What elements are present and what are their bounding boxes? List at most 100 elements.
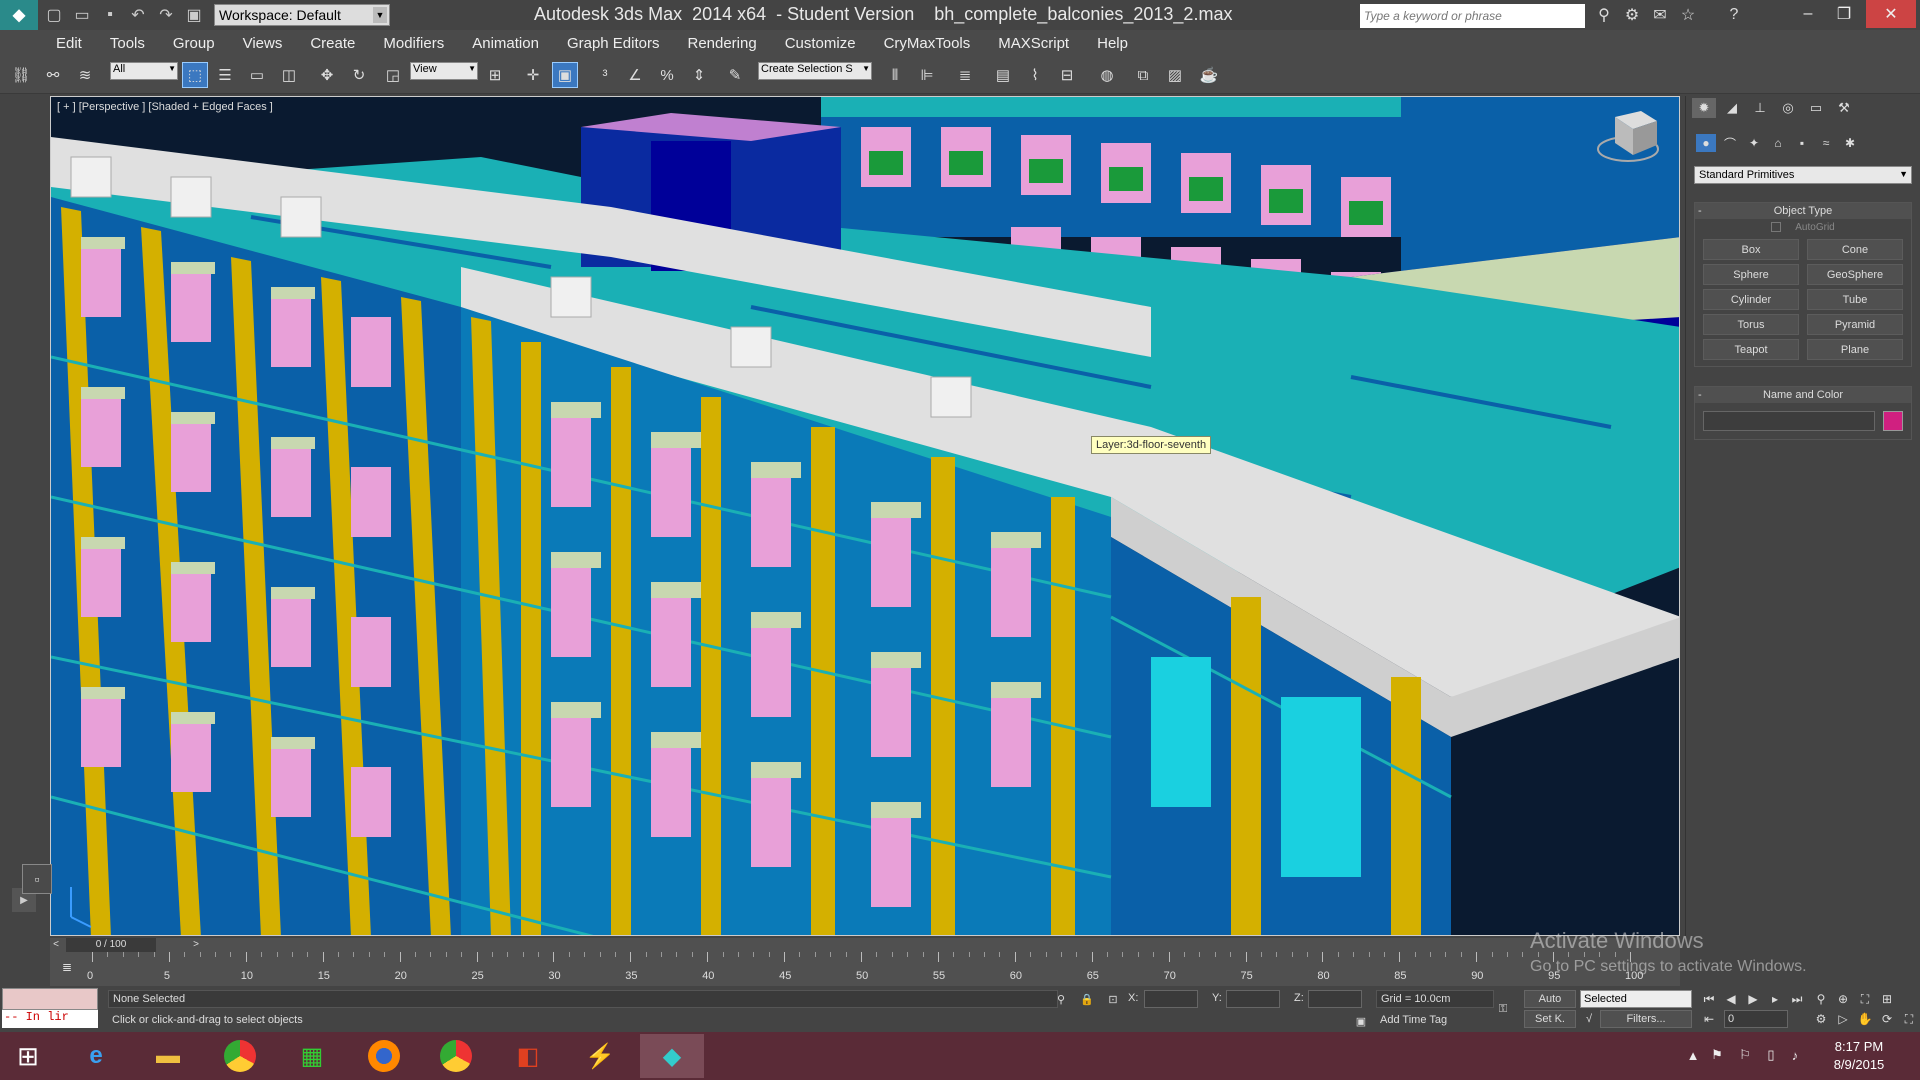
render-setup-icon[interactable]: ⧉ — [1130, 62, 1156, 88]
store-icon[interactable]: ▦ — [280, 1034, 344, 1078]
maxscript-input[interactable] — [2, 988, 98, 1010]
favorites-star-icon[interactable]: ☆ — [1676, 4, 1700, 26]
spinner-snap-icon[interactable]: ⇕ — [686, 62, 712, 88]
maxscript-output[interactable]: -- In lir — [2, 1010, 98, 1028]
previous-frame-icon[interactable]: ◀ — [1722, 990, 1740, 1008]
x-coordinate-input[interactable] — [1144, 990, 1198, 1008]
restore-button[interactable]: ❐ — [1826, 0, 1862, 28]
help-icon[interactable]: ? — [1722, 4, 1746, 26]
volume-icon[interactable]: ♪ — [1786, 1046, 1804, 1064]
snaps-toggle-icon[interactable]: ³ — [592, 62, 618, 88]
rectangular-selection-icon[interactable]: ▭ — [244, 62, 270, 88]
close-button[interactable]: ✕ — [1866, 0, 1916, 28]
menu-group[interactable]: Group — [173, 35, 215, 52]
time-slider[interactable]: < 0 / 100 > — [50, 938, 1680, 952]
manipulate-icon[interactable]: ✛ — [520, 62, 546, 88]
align-icon[interactable]: ⊫ — [914, 62, 940, 88]
prev-frame-arrow-icon[interactable]: < — [50, 938, 62, 952]
zoom-all-icon[interactable]: ⊕ — [1834, 990, 1852, 1008]
orbit-icon[interactable]: ⟳ — [1878, 1010, 1896, 1028]
menu-edit[interactable]: Edit — [56, 35, 82, 52]
shapes-icon[interactable]: ⌒ — [1720, 134, 1740, 152]
file-explorer-icon[interactable]: ▬ — [136, 1034, 200, 1078]
schematic-view-icon[interactable]: ⊟ — [1054, 62, 1080, 88]
lock-icon[interactable]: 🔒 — [1078, 990, 1096, 1008]
isolate-icon[interactable]: ⚲ — [1052, 990, 1070, 1008]
key-mode-toggle-icon[interactable]: ⇤ — [1700, 1010, 1718, 1028]
geometry-icon[interactable]: ● — [1696, 134, 1716, 152]
pivot-center-icon[interactable]: ⊞ — [482, 62, 508, 88]
create-tab-icon[interactable]: ✹ — [1692, 98, 1716, 118]
track-bar[interactable]: 0 5 10 15 20 25 30 35 40 45 50 55 60 65 70 75 80 85 90 95 10… — [50, 952, 1680, 986]
link-icon[interactable]: ⛓ — [8, 62, 34, 88]
menu-create[interactable]: Create — [310, 35, 355, 52]
rendered-frame-window-icon[interactable]: ▨ — [1162, 62, 1188, 88]
rotate-icon[interactable]: ↻ — [346, 62, 372, 88]
mirror-icon[interactable]: ⫴ — [882, 62, 908, 88]
tube-button[interactable]: Tube — [1807, 289, 1903, 310]
object-name-input[interactable] — [1703, 411, 1876, 431]
absolute-mode-icon[interactable]: ⊡ — [1104, 990, 1122, 1008]
3ds-max-taskbar-icon[interactable]: ◆ — [640, 1034, 704, 1078]
viewport-label[interactable]: [ + ] [Perspective ] [Shaded + Edged Fac… — [57, 101, 273, 113]
crytek-sandbox-icon[interactable]: ⚡ — [568, 1034, 632, 1078]
minimize-button[interactable]: – — [1790, 0, 1826, 28]
select-object-icon[interactable]: ⬚ — [182, 62, 208, 88]
systems-icon[interactable]: ✱ — [1840, 134, 1860, 152]
graphite-ribbon-icon[interactable]: ▤ — [990, 62, 1016, 88]
mini-listener-icon[interactable]: ▫ — [22, 864, 52, 894]
teapot-button[interactable]: Teapot — [1703, 339, 1799, 360]
time-config-icon[interactable]: ⚙ — [1812, 1010, 1830, 1028]
cylinder-button[interactable]: Cylinder — [1703, 289, 1799, 310]
zoom-icon[interactable]: ⚲ — [1812, 990, 1830, 1008]
zoom-extents-all-icon[interactable]: ⊞ — [1878, 990, 1896, 1008]
cone-button[interactable]: Cone — [1807, 239, 1903, 260]
maxscript-listener[interactable]: -- In lir — [2, 988, 98, 1028]
menu-help[interactable]: Help — [1097, 35, 1128, 52]
selection-filter-dropdown[interactable]: All ▼ — [110, 62, 178, 80]
curve-editor-icon[interactable]: ⌇ — [1022, 62, 1048, 88]
action-center-icon[interactable]: ⚑ — [1708, 1046, 1726, 1064]
object-color-swatch[interactable] — [1883, 411, 1903, 431]
z-coordinate-input[interactable] — [1308, 990, 1362, 1008]
curve-editor-toggle-icon[interactable]: ≣ — [62, 960, 82, 976]
time-slider-thumb[interactable]: 0 / 100 — [66, 938, 156, 952]
binoculars-icon[interactable]: ⚲ — [1592, 4, 1616, 26]
display-tab-icon[interactable]: ▭ — [1804, 98, 1828, 118]
current-frame-input[interactable]: 0 — [1724, 1010, 1788, 1028]
box-button[interactable]: Box — [1703, 239, 1799, 260]
sphere-button[interactable]: Sphere — [1703, 264, 1799, 285]
firefox-icon[interactable] — [352, 1034, 416, 1078]
next-frame-icon[interactable]: ▸ — [1766, 990, 1784, 1008]
motion-tab-icon[interactable]: ◎ — [1776, 98, 1800, 118]
menu-rendering[interactable]: Rendering — [687, 35, 756, 52]
menu-maxscript[interactable]: MAXScript — [998, 35, 1069, 52]
lights-icon[interactable]: ✦ — [1744, 134, 1764, 152]
y-coordinate-input[interactable] — [1226, 990, 1280, 1008]
project-folder-icon[interactable]: ▣ — [182, 4, 206, 26]
cameras-icon[interactable]: ⌂ — [1768, 134, 1788, 152]
set-key-icon[interactable]: ⚿ — [1490, 1000, 1516, 1018]
taskbar-clock[interactable]: 8:17 PM 8/9/2015 — [1824, 1038, 1894, 1074]
menu-customize[interactable]: Customize — [785, 35, 856, 52]
filters-button[interactable]: Filters... — [1600, 1010, 1692, 1028]
communication-icon[interactable]: ✉ — [1648, 4, 1672, 26]
chrome-icon[interactable] — [208, 1034, 272, 1078]
battery-icon[interactable]: ▯ — [1762, 1046, 1780, 1064]
play-icon[interactable]: ▶ — [1744, 990, 1762, 1008]
menu-crymaxtools[interactable]: CryMaxTools — [884, 35, 971, 52]
percent-snap-icon[interactable]: % — [654, 62, 680, 88]
scale-icon[interactable]: ◲ — [380, 62, 406, 88]
app-logo-icon[interactable]: ◆ — [0, 0, 38, 30]
time-tag-icon[interactable]: ▣ — [1352, 1012, 1370, 1030]
go-to-end-icon[interactable]: ⏭ — [1788, 990, 1806, 1008]
keyboard-shortcut-override-icon[interactable]: ▣ — [552, 62, 578, 88]
subscription-icon[interactable]: ⚙ — [1620, 4, 1644, 26]
plane-button[interactable]: Plane — [1807, 339, 1903, 360]
layer-manager-icon[interactable]: ≣ — [952, 62, 978, 88]
move-icon[interactable]: ✥ — [314, 62, 340, 88]
zoom-extents-icon[interactable]: ⛶ — [1856, 990, 1874, 1008]
search-input[interactable]: Type a keyword or phrase — [1360, 4, 1585, 28]
next-frame-arrow-icon[interactable]: > — [190, 938, 202, 952]
name-color-rollout-header[interactable]: - Name and Color — [1695, 387, 1911, 403]
